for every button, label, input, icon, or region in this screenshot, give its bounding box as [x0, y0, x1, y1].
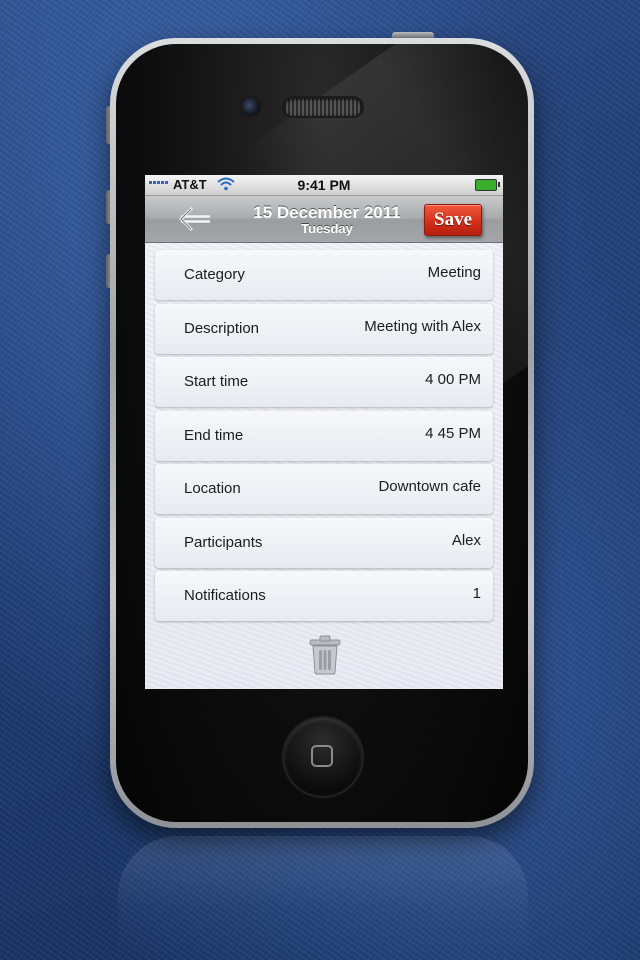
field-value: Alex: [451, 532, 481, 549]
field-label: Start time: [184, 373, 249, 390]
field-value: Downtown cafe: [378, 478, 481, 495]
field-label: Location: [184, 480, 241, 497]
home-button[interactable]: [284, 718, 362, 796]
battery-icon: [475, 179, 500, 191]
field-value: Meeting with Alex: [364, 318, 481, 335]
status-time: 9:41 PM: [297, 177, 351, 193]
field-label: End time: [184, 427, 244, 444]
field-row-end-time[interactable]: End time 4 45 PM: [155, 411, 493, 461]
field-value: 4 00 PM: [425, 371, 481, 388]
back-arrow-icon: [179, 207, 211, 231]
event-details: Category Meeting Description Meeting wit…: [145, 243, 503, 689]
back-button[interactable]: [175, 204, 215, 234]
field-row-description[interactable]: Description Meeting with Alex: [155, 304, 493, 354]
trash-icon[interactable]: [307, 635, 343, 675]
field-value: 4 45 PM: [425, 425, 481, 442]
earpiece-speaker: [284, 98, 362, 116]
nav-date-title: 15 December 2011: [253, 203, 401, 222]
field-label: Participants: [184, 534, 263, 551]
field-value: 1: [472, 585, 481, 602]
field-label: Category: [184, 266, 245, 283]
field-row-participants[interactable]: Participants Alex: [155, 518, 493, 568]
field-row-location[interactable]: Location Downtown cafe: [155, 464, 493, 514]
field-row-start-time[interactable]: Start time 4 00 PM: [155, 357, 493, 407]
status-bar: AT&T 9:41 PM: [145, 175, 503, 196]
field-value: Meeting: [427, 264, 481, 281]
field-label: Notifications: [184, 587, 266, 604]
field-row-notifications[interactable]: Notifications 1: [155, 571, 493, 621]
front-camera: [242, 98, 260, 116]
field-row-category[interactable]: Category Meeting: [155, 250, 493, 300]
app-screen: AT&T 9:41 PM 15 December 2011 Tuesday Sa…: [145, 175, 503, 689]
save-button[interactable]: Save: [424, 204, 482, 236]
home-square-icon: [311, 745, 333, 767]
phone-reflection: [118, 836, 528, 960]
field-label: Description: [184, 320, 260, 337]
navigation-bar: 15 December 2011 Tuesday Save: [145, 196, 503, 243]
nav-weekday: Tuesday: [301, 221, 353, 236]
